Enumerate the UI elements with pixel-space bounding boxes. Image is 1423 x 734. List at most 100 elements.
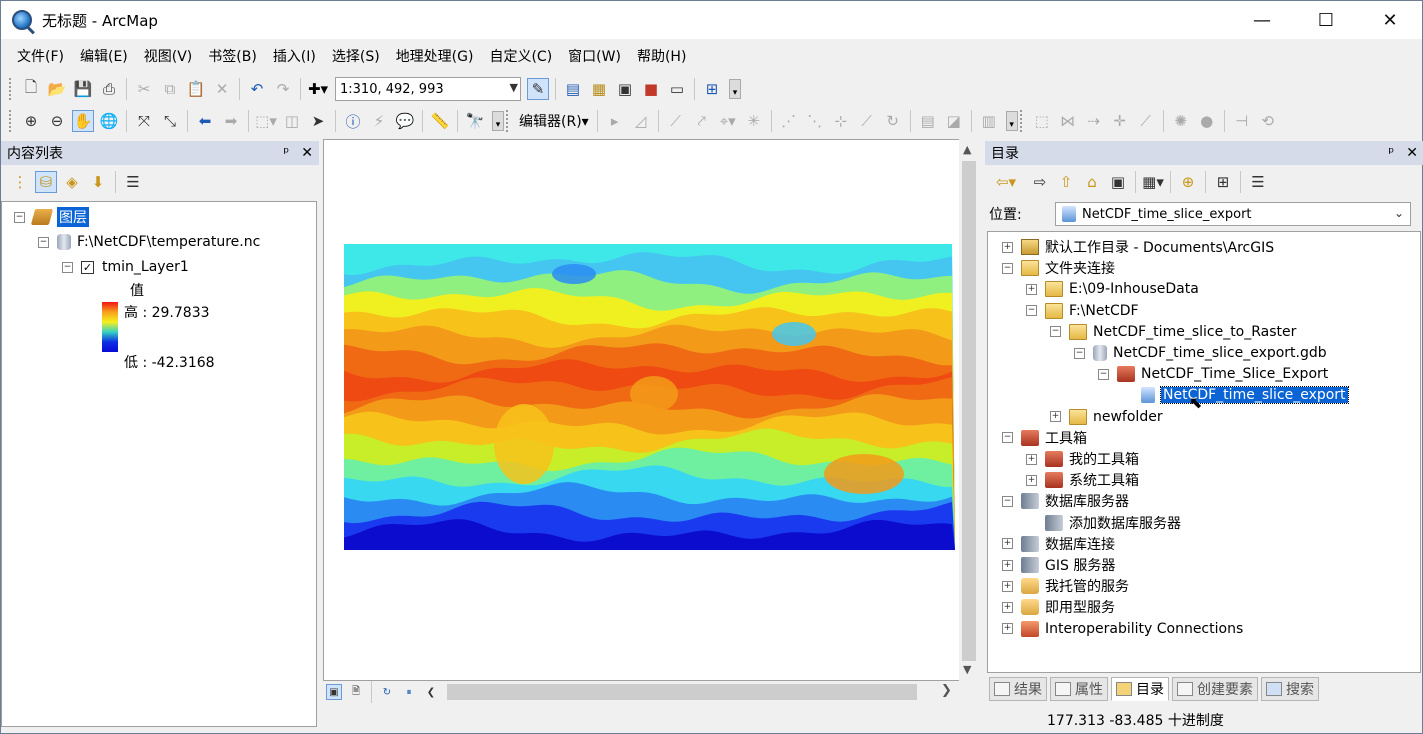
- catalog-options-icon[interactable]: ☰: [1247, 171, 1269, 193]
- list-by-source-icon[interactable]: ⛁: [35, 171, 57, 193]
- toolbar-grip[interactable]: [9, 110, 12, 132]
- catalog-item-label[interactable]: GIS 服务器: [1045, 555, 1115, 575]
- python-window-icon[interactable]: ▭: [666, 78, 688, 100]
- catalog-item-label[interactable]: 即用型服务: [1045, 597, 1115, 617]
- select-features-icon[interactable]: ⬚▾: [255, 110, 277, 132]
- edit-tool-icon[interactable]: ▸: [604, 110, 626, 132]
- georef-icon[interactable]: ⊣: [1231, 110, 1253, 132]
- collapse-icon[interactable]: −: [1002, 495, 1013, 507]
- catalog-tree-item[interactable]: + E:\09-InhouseData: [1026, 278, 1199, 300]
- expand-icon[interactable]: +: [1026, 283, 1037, 295]
- back-icon[interactable]: ⇦▾: [995, 171, 1017, 193]
- cut-icon[interactable]: ✂: [133, 78, 155, 100]
- catalog-tree-item[interactable]: − NetCDF_Time_Slice_Export: [1098, 363, 1328, 385]
- back-extent-icon[interactable]: ⬅: [194, 110, 216, 132]
- menu-view[interactable]: 视图(V): [136, 46, 201, 66]
- redo-icon[interactable]: ↷: [272, 78, 294, 100]
- topology-move-icon[interactable]: ⇢: [1083, 110, 1105, 132]
- tree-node-source[interactable]: − F:\NetCDF\temperature.nc: [38, 231, 260, 253]
- catalog-item-label[interactable]: 默认工作目录 - Documents\ArcGIS: [1045, 237, 1274, 257]
- list-by-visibility-icon[interactable]: ◈: [61, 171, 83, 193]
- toolbar-overflow-icon[interactable]: ▾: [492, 111, 504, 131]
- data-view-icon[interactable]: ▣: [326, 684, 342, 700]
- catalog-item-label[interactable]: 我托管的服务: [1045, 576, 1129, 596]
- home-icon[interactable]: ⌂: [1081, 171, 1103, 193]
- topology-cross-icon[interactable]: ✛: [1109, 110, 1131, 132]
- catalog-tree-item[interactable]: − NetCDF_time_slice_export.gdb: [1074, 342, 1327, 364]
- scroll-thumb[interactable]: [962, 161, 976, 661]
- print-icon[interactable]: ⎙: [98, 78, 120, 100]
- catalog-item-label[interactable]: 文件夹连接: [1045, 258, 1115, 278]
- menu-bookmarks[interactable]: 书签(B): [200, 46, 265, 66]
- views-icon[interactable]: ▦▾: [1142, 171, 1164, 193]
- tree-node-layer[interactable]: − ✓ tmin_Layer1: [62, 256, 189, 278]
- catalog-tree-item[interactable]: + 即用型服务: [1002, 596, 1115, 618]
- create-features-icon[interactable]: ▥: [978, 110, 1000, 132]
- catalog-tree-item[interactable]: 添加数据库服务器: [1026, 512, 1181, 534]
- scroll-up-icon[interactable]: ▲: [963, 143, 971, 156]
- scroll-down-icon[interactable]: ▼: [963, 663, 971, 676]
- list-by-selection-icon[interactable]: ⬇: [87, 171, 109, 193]
- catalog-item-label[interactable]: E:\09-InhouseData: [1069, 281, 1199, 297]
- tab-catalog[interactable]: 目录: [1111, 677, 1169, 701]
- scroll-left-icon[interactable]: ❮: [423, 684, 439, 700]
- collapse-icon[interactable]: −: [1002, 432, 1013, 444]
- attributes-icon[interactable]: ▤: [917, 110, 939, 132]
- expand-icon[interactable]: +: [1026, 453, 1037, 465]
- location-combo[interactable]: NetCDF_time_slice_export ⌄: [1055, 202, 1411, 226]
- menu-insert[interactable]: 插入(I): [265, 46, 324, 66]
- catalog-item-label[interactable]: F:\NetCDF: [1069, 303, 1139, 319]
- full-extent-icon[interactable]: 🌐: [98, 110, 120, 132]
- minimize-button[interactable]: —: [1230, 1, 1294, 39]
- toolbar-overflow-icon[interactable]: ▾: [1005, 111, 1018, 131]
- rotate-icon[interactable]: ↻: [882, 110, 904, 132]
- layout-view-icon[interactable]: 🗎: [348, 684, 364, 700]
- map-view[interactable]: [323, 139, 979, 681]
- close-icon[interactable]: ✕: [301, 145, 313, 161]
- catalog-tree-item[interactable]: + 数据库连接: [1002, 533, 1115, 555]
- new-document-icon[interactable]: 🗋: [20, 78, 42, 100]
- catalog-item-label[interactable]: NetCDF_time_slice_export.gdb: [1113, 345, 1327, 361]
- identify-icon[interactable]: ⓘ: [342, 110, 364, 132]
- pin-icon[interactable]: ᵖ: [1388, 145, 1394, 161]
- catalog-tree-item[interactable]: + 我的工具箱: [1026, 448, 1139, 470]
- layer-visibility-checkbox[interactable]: ✓: [81, 260, 94, 274]
- topology-line-icon[interactable]: ⟋: [1135, 110, 1157, 132]
- tree-node-layers[interactable]: − 图层: [14, 206, 89, 228]
- map-vertical-scrollbar[interactable]: ▲ ▼: [959, 139, 979, 681]
- expand-icon[interactable]: +: [1002, 623, 1013, 635]
- toc-options-icon[interactable]: ☰: [122, 171, 144, 193]
- catalog-tree-item[interactable]: − 工具箱: [1002, 427, 1087, 449]
- maximize-button[interactable]: ☐: [1294, 1, 1358, 39]
- straight-segment-icon[interactable]: ⟋: [665, 110, 687, 132]
- menu-windows[interactable]: 窗口(W): [560, 46, 629, 66]
- adjust-icon[interactable]: ⟲: [1257, 110, 1279, 132]
- catalog-tree-item[interactable]: + 系统工具箱: [1026, 469, 1139, 491]
- map-scale-combo[interactable]: 1:310, 492, 993 ▼: [335, 77, 521, 101]
- catalog-item-label[interactable]: 工具箱: [1045, 428, 1087, 448]
- cut-polygons-icon[interactable]: ⊹: [830, 110, 852, 132]
- copy-icon[interactable]: ⧉: [159, 78, 181, 100]
- up-one-level-icon[interactable]: ⇧: [1055, 171, 1077, 193]
- expand-icon[interactable]: +: [1050, 411, 1061, 423]
- catalog-item-label[interactable]: Interoperability Connections: [1045, 621, 1243, 637]
- catalog-item-label[interactable]: NetCDF_time_slice_to_Raster: [1093, 324, 1296, 340]
- collapse-icon[interactable]: −: [14, 211, 25, 223]
- pause-drawing-icon[interactable]: ⏸: [401, 684, 417, 700]
- connect-folder-icon[interactable]: ⊕: [1177, 171, 1199, 193]
- expand-icon[interactable]: +: [1002, 538, 1013, 550]
- expand-icon[interactable]: +: [1002, 601, 1013, 613]
- toolbar-overflow-icon[interactable]: ▾: [729, 79, 741, 99]
- layers-label[interactable]: 图层: [57, 207, 89, 227]
- tree-view-icon[interactable]: ⊞: [1212, 171, 1234, 193]
- tab-search[interactable]: 搜索: [1261, 677, 1319, 701]
- fixed-zoom-in-icon[interactable]: ⤧: [133, 110, 155, 132]
- html-popup-icon[interactable]: 💬: [394, 110, 416, 132]
- modelbuilder-icon[interactable]: ⊞: [701, 78, 723, 100]
- save-icon[interactable]: 💾: [72, 78, 94, 100]
- topology-edit-icon[interactable]: ⬚: [1031, 110, 1053, 132]
- tab-results[interactable]: 结果: [989, 677, 1047, 701]
- collapse-icon[interactable]: −: [38, 236, 49, 248]
- catalog-tree-item[interactable]: − NetCDF_time_slice_to_Raster: [1050, 321, 1296, 343]
- toggle-contents-icon[interactable]: ▣: [1107, 171, 1129, 193]
